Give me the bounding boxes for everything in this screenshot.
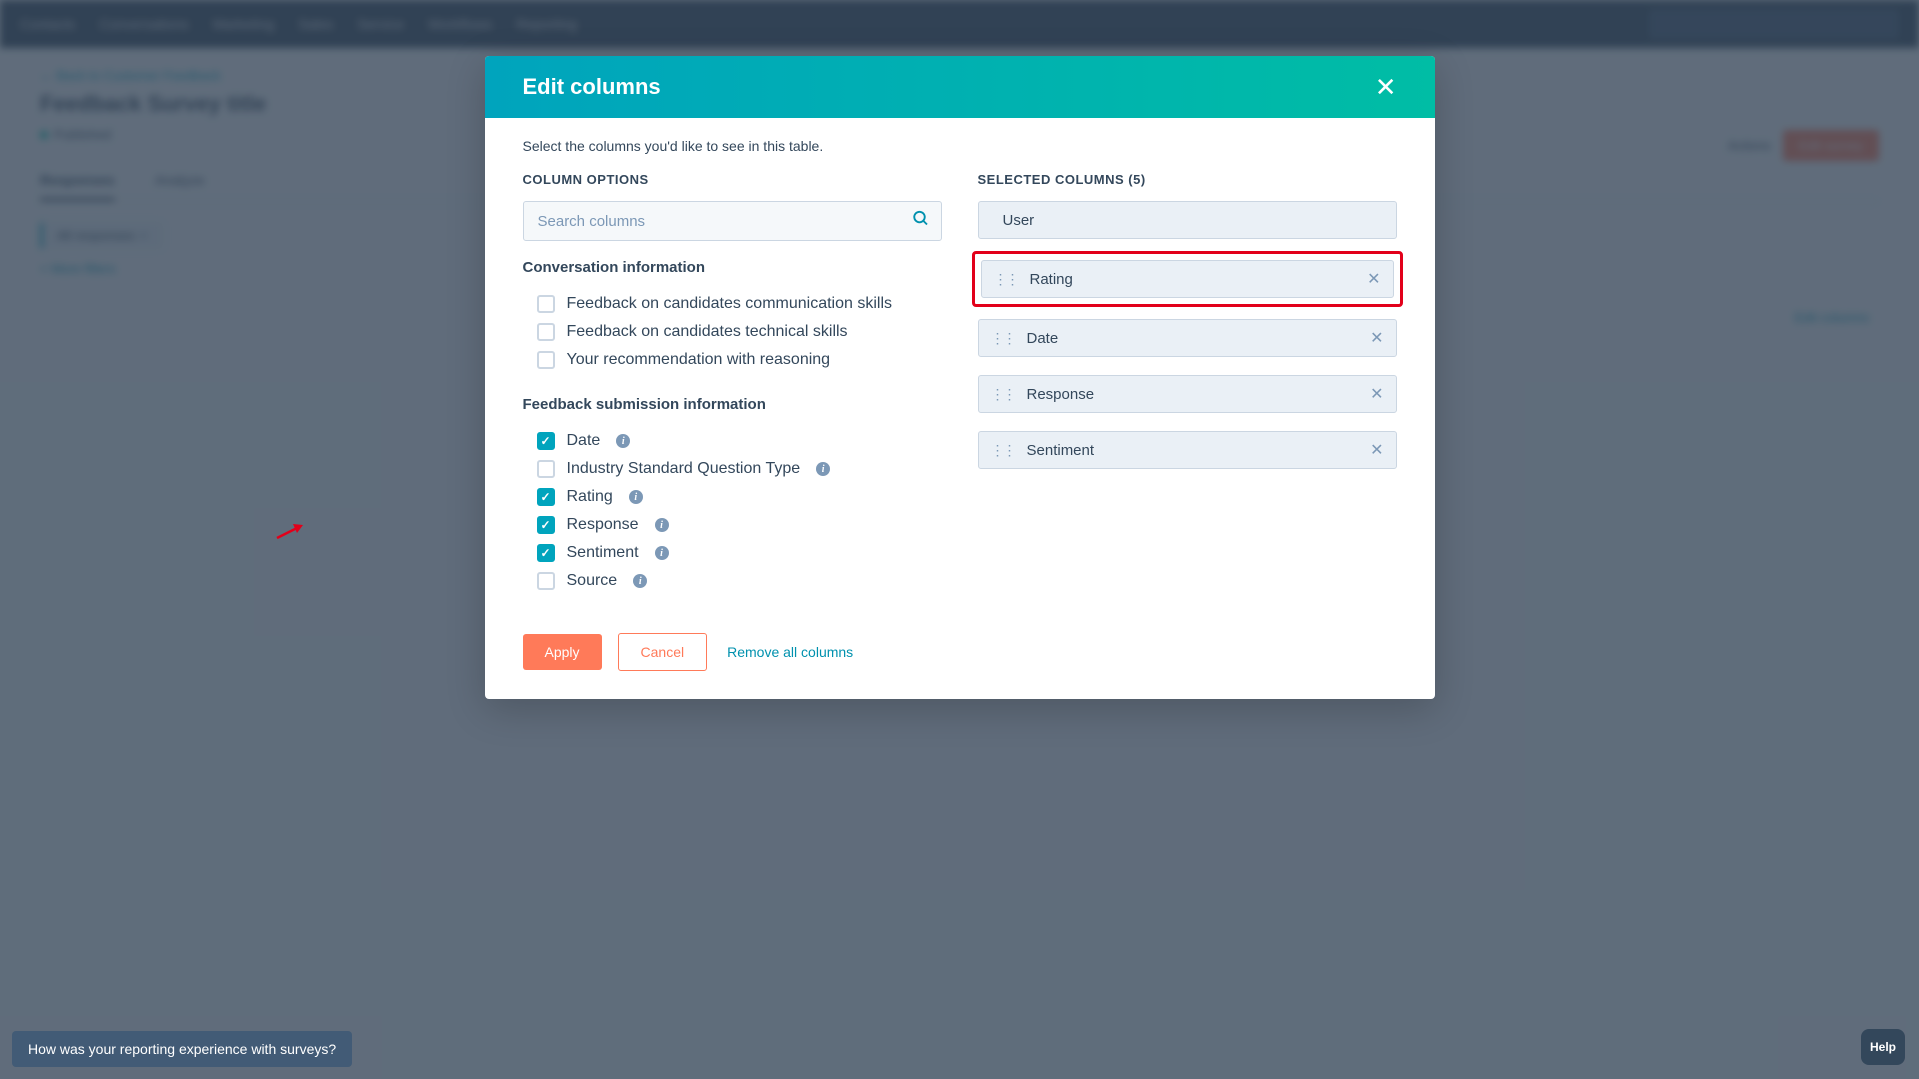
option-label: Response: [567, 516, 639, 534]
option-label: Source: [567, 572, 618, 590]
info-icon[interactable]: i: [816, 462, 830, 476]
selected-column-label: Date: [1027, 330, 1059, 347]
highlight-annotation: ⋮⋮ Rating ✕: [972, 251, 1403, 307]
option-label: Industry Standard Question Type: [567, 460, 801, 478]
modal-header: Edit columns ✕: [485, 56, 1435, 118]
apply-button[interactable]: Apply: [523, 634, 602, 670]
remove-column-icon[interactable]: ✕: [1370, 384, 1383, 404]
option-group-title: Conversation information: [523, 259, 934, 276]
modal-footer: Apply Cancel Remove all columns: [485, 609, 1435, 699]
selected-column-label: Rating: [1030, 271, 1073, 288]
selected-column-item[interactable]: ⋮⋮ Date ✕: [978, 319, 1397, 357]
checkbox[interactable]: [537, 460, 555, 478]
column-option[interactable]: Industry Standard Question Type i: [523, 455, 934, 483]
info-icon[interactable]: i: [655, 546, 669, 560]
edit-columns-modal: Edit columns ✕ Select the columns you'd …: [485, 56, 1435, 699]
close-icon[interactable]: ✕: [1375, 74, 1397, 100]
drag-handle-icon[interactable]: ⋮⋮: [991, 386, 1015, 403]
checkbox[interactable]: [537, 351, 555, 369]
remove-column-icon[interactable]: ✕: [1370, 440, 1383, 460]
checkbox[interactable]: [537, 432, 555, 450]
column-option[interactable]: Source i: [523, 567, 934, 595]
selected-column-label: Response: [1027, 386, 1095, 403]
drag-handle-icon[interactable]: ⋮⋮: [991, 442, 1015, 459]
selected-columns-heading: SELECTED COLUMNS (5): [978, 172, 1397, 187]
search-columns-input[interactable]: [523, 201, 942, 241]
column-option[interactable]: Feedback on candidates communication ski…: [523, 290, 934, 318]
info-icon[interactable]: i: [616, 434, 630, 448]
checkbox[interactable]: [537, 544, 555, 562]
option-label: Feedback on candidates technical skills: [567, 323, 848, 341]
column-option[interactable]: Date i: [523, 427, 934, 455]
help-button[interactable]: Help: [1861, 1029, 1905, 1065]
column-option[interactable]: Feedback on candidates technical skills: [523, 318, 934, 346]
column-options-panel: COLUMN OPTIONS Conversation information F…: [523, 172, 942, 609]
remove-all-link[interactable]: Remove all columns: [727, 644, 853, 660]
remove-column-icon[interactable]: ✕: [1367, 269, 1380, 289]
info-icon[interactable]: i: [629, 490, 643, 504]
selected-columns-panel: SELECTED COLUMNS (5) User ⋮⋮ Rating ✕ ⋮⋮ Date…: [978, 172, 1397, 609]
selected-column-item[interactable]: ⋮⋮ Response ✕: [978, 375, 1397, 413]
option-label: Sentiment: [567, 544, 639, 562]
option-label: Your recommendation with reasoning: [567, 351, 831, 369]
checkbox[interactable]: [537, 488, 555, 506]
remove-column-icon[interactable]: ✕: [1370, 328, 1383, 348]
column-options-heading: COLUMN OPTIONS: [523, 172, 942, 187]
selected-column-item[interactable]: ⋮⋮ Rating ✕: [981, 260, 1394, 298]
search-icon: [912, 210, 930, 233]
feedback-prompt[interactable]: How was your reporting experience with s…: [12, 1031, 352, 1067]
column-option[interactable]: Your recommendation with reasoning: [523, 346, 934, 374]
checkbox[interactable]: [537, 295, 555, 313]
modal-subtitle: Select the columns you'd like to see in …: [523, 138, 1397, 154]
checkbox[interactable]: [537, 323, 555, 341]
selected-column-label: Sentiment: [1027, 442, 1095, 459]
modal-title: Edit columns: [523, 74, 661, 100]
option-label: Rating: [567, 488, 613, 506]
options-scroll-area[interactable]: Conversation information Feedback on cand…: [523, 259, 942, 609]
column-option[interactable]: Sentiment i: [523, 539, 934, 567]
drag-handle-icon[interactable]: ⋮⋮: [991, 330, 1015, 347]
selected-column-label: User: [1003, 212, 1035, 229]
info-icon[interactable]: i: [655, 518, 669, 532]
selected-column-item[interactable]: ⋮⋮ Sentiment ✕: [978, 431, 1397, 469]
drag-handle-icon[interactable]: ⋮⋮: [994, 271, 1018, 288]
checkbox[interactable]: [537, 572, 555, 590]
cancel-button[interactable]: Cancel: [618, 633, 708, 671]
option-label: Feedback on candidates communication ski…: [567, 295, 893, 313]
column-option[interactable]: Response i: [523, 511, 934, 539]
selected-column-item[interactable]: User: [978, 201, 1397, 239]
option-group-title: Feedback submission information: [523, 396, 934, 413]
option-label: Date: [567, 432, 601, 450]
info-icon[interactable]: i: [633, 574, 647, 588]
checkbox[interactable]: [537, 516, 555, 534]
column-option[interactable]: Rating i: [523, 483, 934, 511]
